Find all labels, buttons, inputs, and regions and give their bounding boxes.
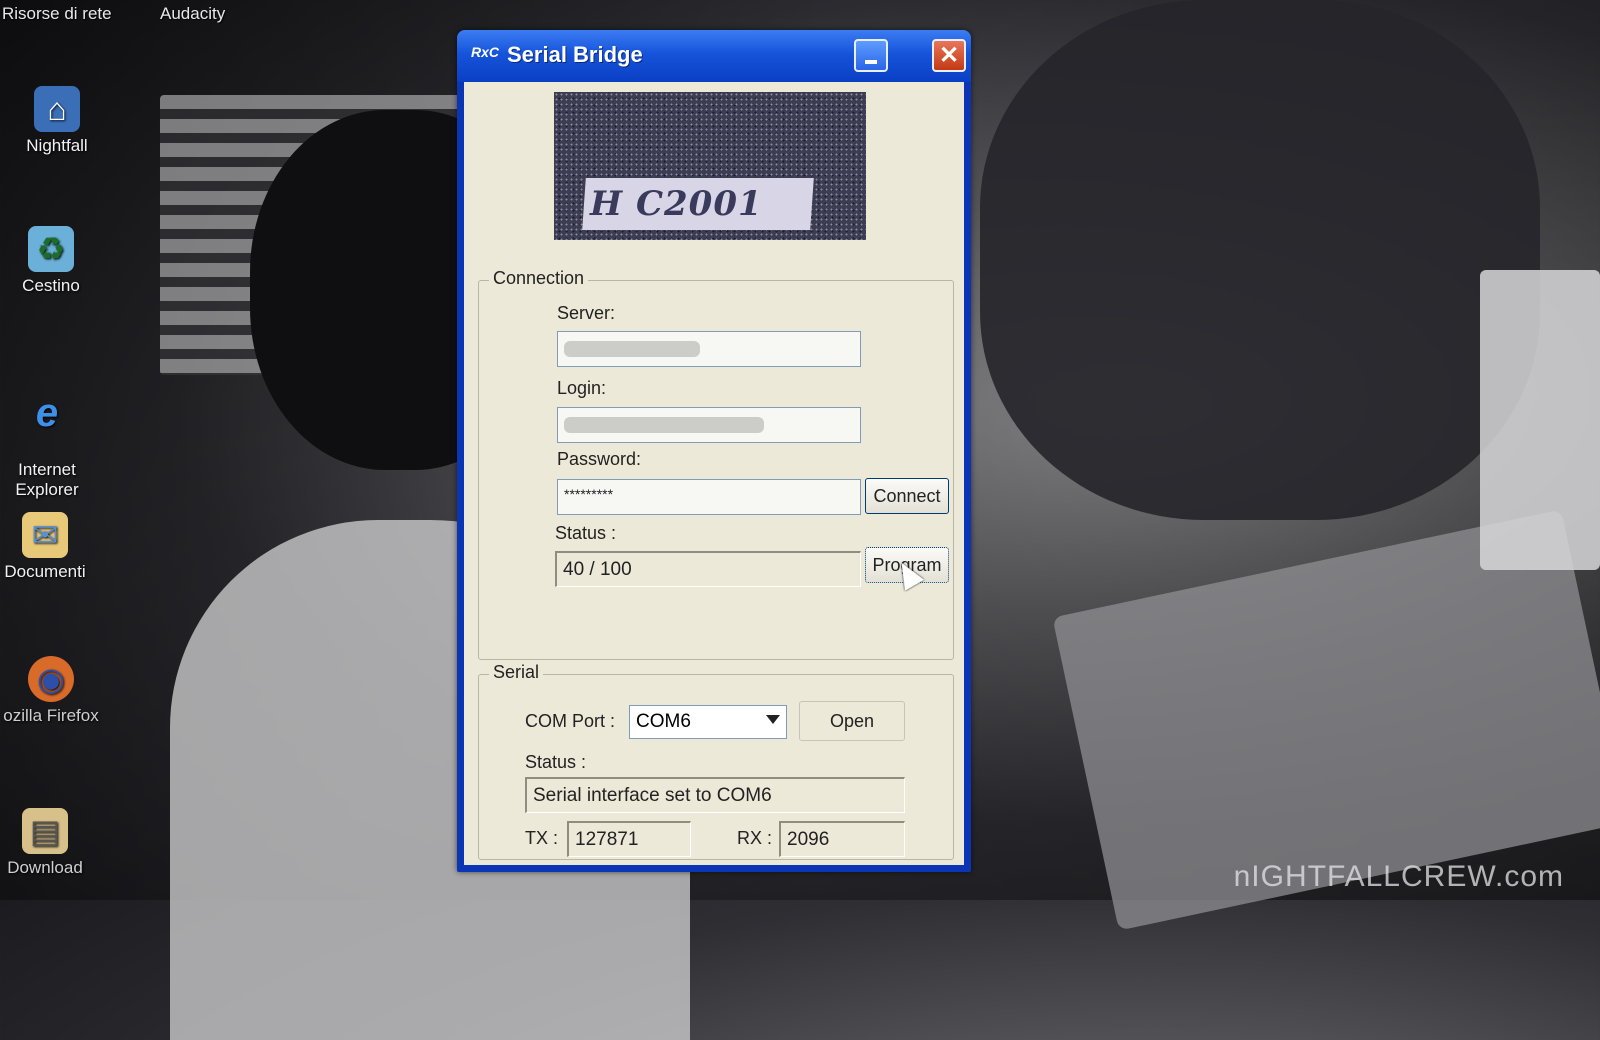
connection-status-label: Status : (555, 523, 617, 543)
desktop-icon-download[interactable]: ▤ Download (0, 808, 100, 878)
serial-group-label: Serial (489, 662, 544, 683)
serial-group: Serial COM Port : COM6 Open Status : Ser… (478, 662, 954, 860)
close-button[interactable]: ✕ (932, 39, 966, 72)
login-label: Login: (557, 378, 607, 398)
com-port-value: COM6 (636, 711, 691, 732)
open-button[interactable]: Open (799, 701, 905, 741)
connection-group: Connection Server: Login: Password: ****… (478, 268, 954, 660)
rx-label: RX : (737, 828, 773, 848)
recycle-bin-icon: ♻ (28, 226, 74, 272)
login-value-redacted (564, 417, 764, 433)
window-title: Serial Bridge (507, 42, 643, 67)
close-icon: ✕ (938, 42, 960, 69)
com-port-select[interactable]: COM6 (629, 705, 787, 739)
desktop-label-audacity[interactable]: Audacity (160, 4, 225, 24)
desktop-icon-label: Download (7, 858, 83, 877)
desktop-icon-label: ozilla Firefox (3, 706, 99, 725)
app-banner-image: H C2001 (554, 92, 866, 240)
window-client-area: H C2001 Connection Server: Login: Passwo… (464, 82, 964, 865)
desktop-icon-internet-explorer[interactable]: e Internet Explorer (0, 370, 102, 500)
desktop-label-network[interactable]: Risorse di rete (2, 4, 112, 24)
desktop-icon-nightfall[interactable]: ⌂ Nightfall (2, 86, 112, 156)
download-folder-icon: ▤ (22, 808, 68, 854)
password-label: Password: (557, 449, 642, 469)
banner-text: H C2001 (590, 184, 763, 224)
app-icon: RxC (471, 44, 500, 60)
connection-status-field: 40 / 100 (555, 551, 861, 587)
serial-status-label: Status : (525, 752, 587, 772)
tx-field: 127871 (567, 821, 691, 857)
server-input[interactable] (557, 331, 861, 367)
server-value-redacted (564, 341, 700, 357)
minimize-button[interactable] (854, 39, 888, 72)
wallpaper-monitor (1480, 270, 1600, 570)
desktop-icon-label: Nightfall (26, 136, 88, 155)
rx-field: 2096 (779, 821, 905, 857)
connect-button[interactable]: Connect (865, 478, 949, 514)
serial-status-field: Serial interface set to COM6 (525, 777, 905, 813)
minimize-icon (865, 59, 877, 64)
desktop-icon-label: Cestino (22, 276, 80, 295)
com-port-label: COM Port : (525, 711, 616, 731)
tx-label: TX : (525, 828, 559, 848)
desktop-icon-label: Documenti (4, 562, 86, 581)
network-computer-icon: ⌂ (34, 86, 80, 132)
desktop-icon-label: Internet Explorer (15, 460, 79, 499)
connection-group-label: Connection (489, 268, 589, 289)
chevron-down-icon (766, 715, 780, 724)
internet-explorer-icon: e (35, 390, 59, 435)
serial-bridge-window[interactable]: RxC Serial Bridge ✕ H C2001 Connection S… (457, 30, 971, 872)
password-input[interactable]: ********* (557, 479, 861, 515)
title-bar[interactable]: RxC Serial Bridge ✕ (457, 30, 971, 82)
desktop-icon-firefox[interactable]: ◉ ozilla Firefox (0, 656, 106, 726)
firefox-icon: ◉ (28, 656, 74, 702)
login-input[interactable] (557, 407, 861, 443)
watermark: nIGHTFALLCREW.com (1233, 860, 1564, 893)
server-label: Server: (557, 303, 616, 323)
desktop-icon-recycle-bin[interactable]: ♻ Cestino (0, 226, 106, 296)
documents-folder-icon: ✉ (22, 512, 68, 558)
wallpaper-figure-right (980, 0, 1540, 520)
desktop-icon-documents[interactable]: ✉ Documenti (0, 512, 100, 582)
